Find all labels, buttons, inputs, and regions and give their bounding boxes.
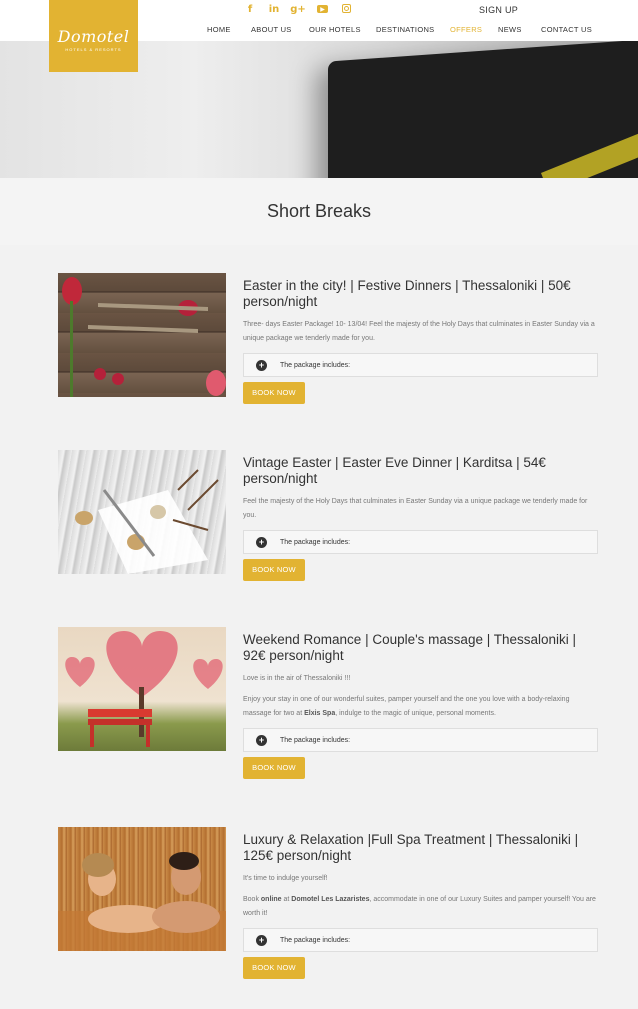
nav-home[interactable]: HOME: [207, 25, 231, 34]
social-links: f in g+ ▶: [245, 3, 351, 15]
package-toggle[interactable]: + The package includes:: [243, 353, 598, 377]
nav-about-us[interactable]: ABOUT US: [251, 25, 292, 34]
page-title: Short Breaks: [266, 201, 372, 221]
offers-list: Easter in the city! | Festive Dinners | …: [0, 245, 638, 1009]
offer-image-easter-city[interactable]: [58, 273, 226, 397]
offer-description: Enjoy your stay in one of our wonderful …: [243, 696, 570, 717]
nav-offers[interactable]: OFFERS: [450, 25, 482, 34]
logo-text: Domotel: [57, 26, 130, 46]
offer-title[interactable]: Easter in the city! | Festive Dinners | …: [243, 278, 598, 309]
easter-table-illustration: [62, 277, 226, 397]
nav-contact-us[interactable]: CONTACT US: [541, 25, 592, 34]
package-toggle[interactable]: + The package includes:: [243, 728, 598, 752]
book-now-button[interactable]: BOOK NOW: [243, 559, 305, 581]
heart-tree-illustration: [65, 631, 223, 747]
offer-description: Book online at Domotel Les Lazaristes, a…: [243, 896, 596, 917]
offer-description: Feel the majesty of the Holy Days that c…: [243, 498, 588, 519]
offer-description: Three- days Easter Package! 10- 13/04! F…: [243, 321, 595, 342]
nav-news[interactable]: NEWS: [498, 25, 522, 34]
offer-title[interactable]: Weekend Romance | Couple's massage | The…: [243, 632, 598, 663]
hotel-name: Domotel Les Lazaristes: [291, 896, 370, 903]
offer-title[interactable]: Vintage Easter | Easter Eve Dinner | Kar…: [243, 455, 598, 486]
offer-intro: It's time to indulge yourself!: [243, 875, 328, 882]
offer-image-vintage-easter[interactable]: [58, 450, 226, 574]
signup-link[interactable]: SIGN UP: [479, 5, 518, 15]
vintage-table-illustration: [75, 469, 219, 574]
package-toggle[interactable]: + The package includes:: [243, 530, 598, 554]
spa-couple-illustration: [58, 852, 226, 951]
offer-image-weekend-romance[interactable]: [58, 627, 226, 751]
online-link[interactable]: online: [261, 896, 282, 903]
book-now-button[interactable]: BOOK NOW: [243, 957, 305, 979]
linkedin-icon[interactable]: in: [269, 3, 280, 15]
plus-icon: +: [256, 934, 267, 946]
offer-title[interactable]: Luxury & Relaxation |Full Spa Treatment …: [243, 832, 598, 863]
package-label: The package includes:: [280, 538, 351, 546]
google-plus-icon[interactable]: g+: [290, 3, 306, 15]
package-label: The package includes:: [280, 736, 351, 744]
book-now-button[interactable]: BOOK NOW: [243, 757, 305, 779]
book-now-button[interactable]: BOOK NOW: [243, 382, 305, 404]
plus-icon: +: [256, 359, 267, 371]
offer-image-luxury-spa[interactable]: [58, 827, 226, 951]
youtube-icon[interactable]: ▶: [317, 5, 328, 13]
package-label: The package includes:: [280, 361, 351, 369]
domotel-logo[interactable]: Domotel HOTELS & RESORTS: [49, 0, 138, 72]
site-header: Domotel HOTELS & RESORTS f in g+ ▶ SIGN …: [0, 0, 638, 72]
spa-name: Elxis Spa: [304, 710, 336, 717]
facebook-icon[interactable]: f: [245, 3, 255, 15]
plus-icon: +: [256, 536, 267, 548]
instagram-icon[interactable]: [342, 4, 351, 13]
offer-intro: Love is in the air of Thessaloniki !!!: [243, 675, 351, 682]
plus-icon: +: [256, 734, 267, 746]
logo-subtext: HOTELS & RESORTS: [65, 46, 122, 52]
nav-our-hotels[interactable]: OUR HOTELS: [309, 25, 361, 34]
package-toggle[interactable]: + The package includes:: [243, 928, 598, 952]
package-label: The package includes:: [280, 936, 351, 944]
nav-destinations[interactable]: DESTINATIONS: [376, 25, 434, 34]
